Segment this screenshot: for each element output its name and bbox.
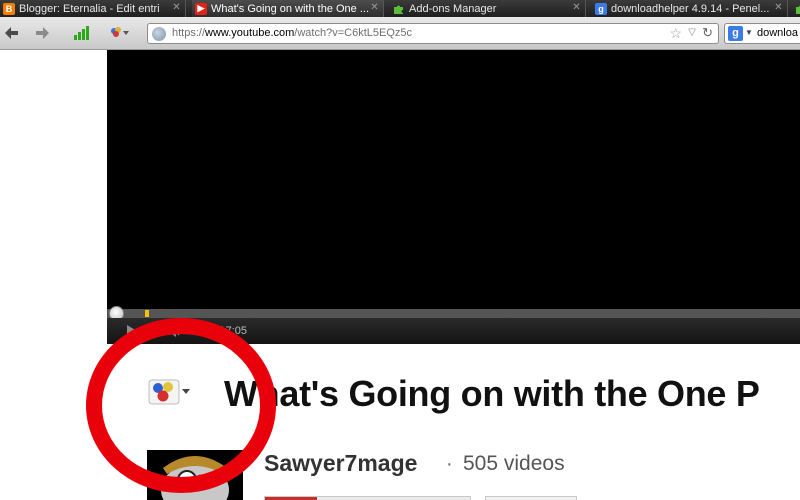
browser-nav-bar: https://www.youtube.com/watch?v=C6ktL5EQ… <box>0 17 800 50</box>
tab-addons-manager[interactable]: Add-ons Manager ✕ <box>390 0 586 17</box>
forward-button[interactable] <box>34 25 52 41</box>
annotation-circle <box>86 318 276 493</box>
close-icon[interactable]: ✕ <box>171 2 182 13</box>
address-text[interactable]: https://www.youtube.com/watch?v=C6ktL5EQ… <box>172 27 412 39</box>
search-box[interactable]: g ▼ downloa <box>724 23 800 44</box>
progress-marker <box>145 310 149 317</box>
browser-tab-strip: B Blogger: Eternalia - Edit entri ✕ ▶ Wh… <box>0 0 800 17</box>
search-input[interactable]: downloa <box>757 27 798 39</box>
address-bar[interactable]: https://www.youtube.com/watch?v=C6ktL5EQ… <box>147 23 719 44</box>
back-button[interactable] <box>2 25 20 41</box>
tab-title: Blogger: Eternalia - Edit entri <box>19 2 160 15</box>
reload-icon[interactable]: ↻ <box>702 25 713 41</box>
tab-google-search[interactable]: g downloadhelper 4.9.14 - Penel... ✕ <box>592 0 788 17</box>
puzzle-icon <box>795 3 800 15</box>
tab-title: What's Going on with the One ... <box>211 2 370 15</box>
addon-icon <box>111 27 129 37</box>
video-title: What's Going on with the One P <box>224 373 760 414</box>
back-arrow-icon <box>5 27 18 39</box>
tab-youtube[interactable]: ▶ What's Going on with the One ... ✕ <box>192 0 384 17</box>
blogger-icon: B <box>3 2 15 15</box>
tab-blogger[interactable]: B Blogger: Eternalia - Edit entri ✕ <box>0 0 186 17</box>
progress-bar[interactable] <box>107 309 800 318</box>
video-player[interactable]: 0:00 / 7:05 <box>107 50 800 344</box>
history-dropdown-icon[interactable]: ▽ <box>688 27 696 38</box>
youtube-icon: ▶ <box>195 2 207 15</box>
url-path: /watch?v=C6ktL5EQz5c <box>294 27 412 39</box>
separator-dot: · <box>446 453 453 475</box>
google-icon: g <box>595 2 607 15</box>
chevron-down-icon[interactable]: ▼ <box>745 28 753 37</box>
signal-bars-icon <box>74 26 89 40</box>
tab-title: downloadhelper 4.9.14 - Penel... <box>611 2 770 15</box>
url-host: www.youtube.com <box>205 27 295 39</box>
globe-icon <box>152 27 166 41</box>
bookmark-star-icon[interactable]: ☆ <box>669 25 682 42</box>
secondary-button[interactable] <box>485 496 577 500</box>
url-prefix: https:// <box>172 27 206 39</box>
close-icon[interactable]: ✕ <box>369 2 380 13</box>
close-icon[interactable]: ✕ <box>773 2 784 13</box>
google-icon[interactable]: g <box>728 26 743 41</box>
tab-title: Add-ons Manager <box>409 2 497 15</box>
screenshot-root: B Blogger: Eternalia - Edit entri ✕ ▶ Wh… <box>0 0 800 500</box>
video-count[interactable]: 505 videos <box>463 452 565 476</box>
addon-toolbar-button[interactable] <box>108 25 132 41</box>
puzzle-icon <box>393 3 405 15</box>
channel-name-link[interactable]: Sawyer7mage <box>264 450 417 477</box>
subscribe-button[interactable] <box>264 496 471 500</box>
close-icon[interactable]: ✕ <box>571 2 582 13</box>
signal-bars-button[interactable] <box>72 25 92 41</box>
forward-arrow-icon <box>36 27 49 39</box>
tab-overflow[interactable] <box>792 0 800 17</box>
